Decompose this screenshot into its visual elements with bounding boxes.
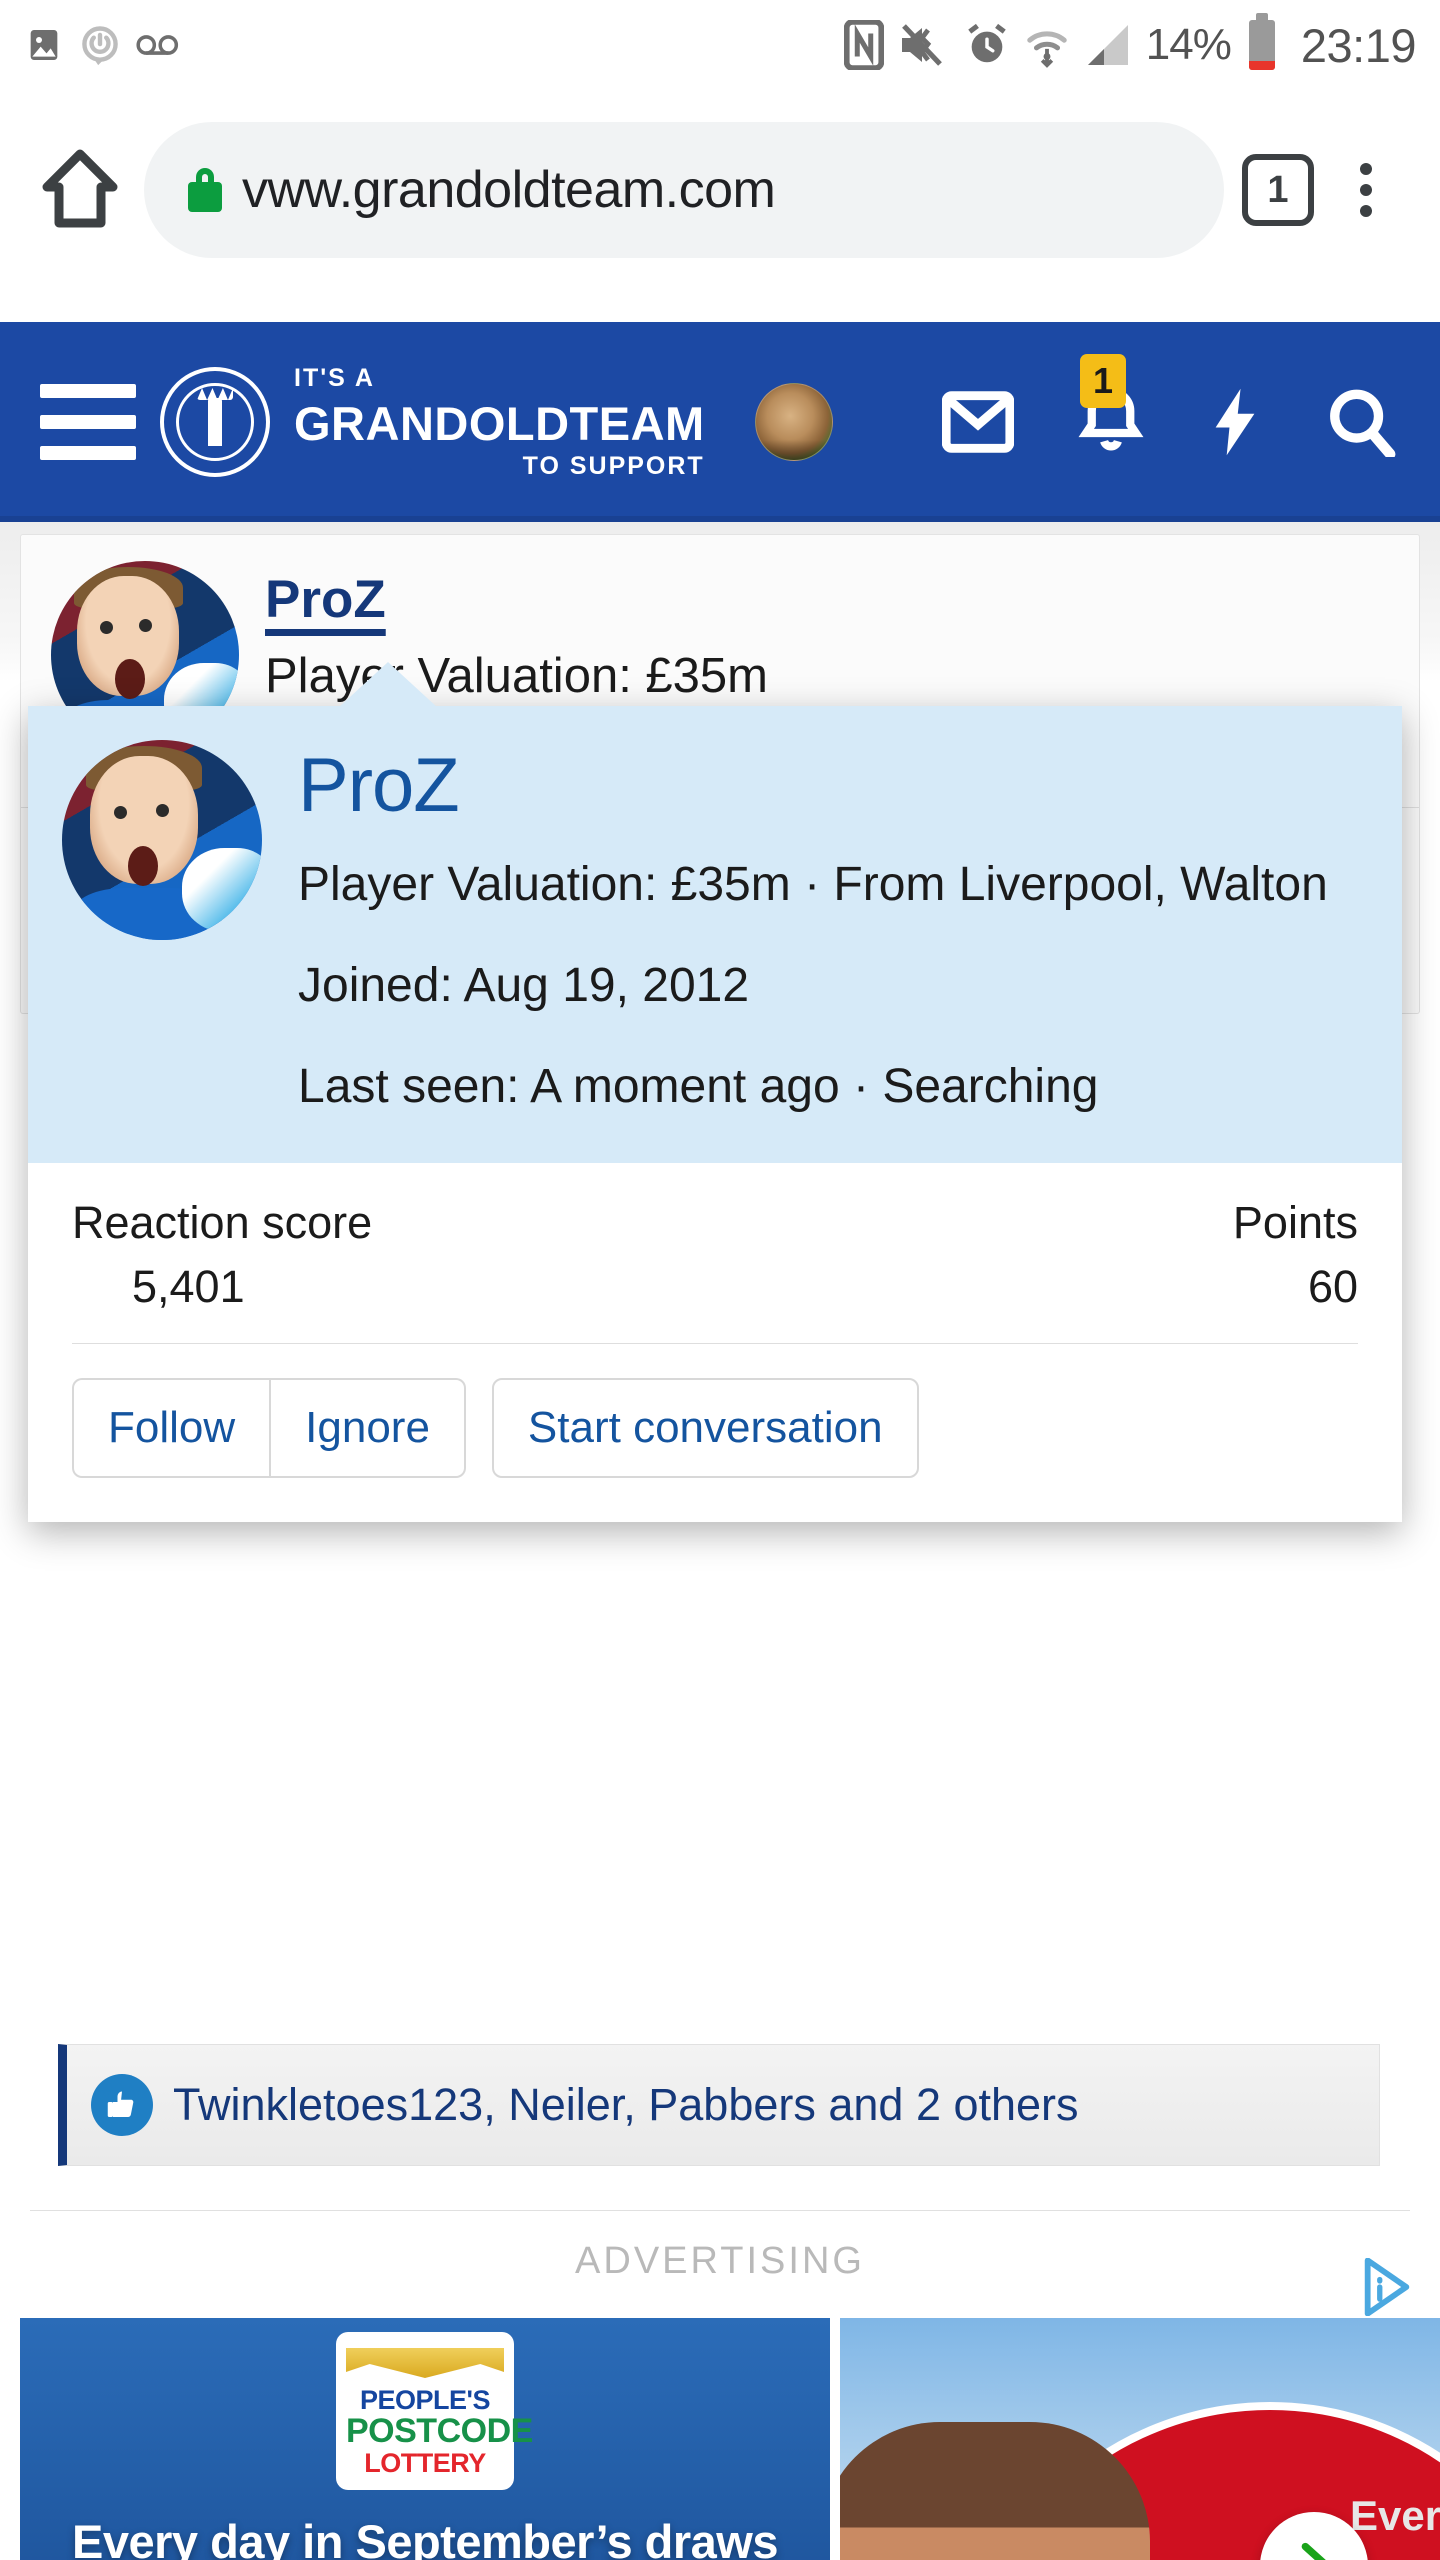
user-avatar[interactable]	[754, 383, 833, 461]
hamburger-icon[interactable]	[40, 384, 136, 460]
site-header: IT'S A GRANDOLDTEAM TO SUPPORT 1	[0, 322, 1440, 522]
stat-label: Points	[1232, 1196, 1358, 1248]
ppl-brand-line-3: LOTTERY	[364, 2448, 486, 2479]
wifi-icon	[1024, 22, 1070, 68]
profile-joined: Joined: Aug 19, 2012	[298, 958, 750, 1012]
alarm-icon	[964, 22, 1010, 68]
stats-labels-row: Reaction score 5,401 Points 60	[72, 1197, 1358, 1313]
ad-slide-postcode-lottery-2[interactable]: Every mont £3M shared by lucky postcode …	[840, 2318, 1440, 2560]
clock: 23:19	[1300, 18, 1417, 72]
profile-stats: Reaction score 5,401 Points 60	[28, 1163, 1402, 1344]
alerts-badge: 1	[1080, 354, 1126, 408]
mute-vibrate-icon	[898, 22, 950, 68]
brand-line-1: IT'S A	[294, 363, 375, 392]
power-saving-icon	[78, 23, 122, 67]
profile-valuation: Player Valuation: £35m · From Liverpool,…	[298, 853, 1368, 916]
profile-popup: ProZ Player Valuation: £35m · From Liver…	[28, 662, 1402, 1523]
tab-counter-button[interactable]: 1	[1242, 154, 1314, 226]
follow-button[interactable]: Follow	[72, 1377, 271, 1479]
address-bar[interactable]: vww.grandoldteam.com	[144, 122, 1224, 258]
profile-avatar[interactable]	[62, 740, 262, 940]
post-author-link[interactable]: ProZ	[265, 569, 1389, 630]
image-icon	[24, 25, 64, 65]
advertising-label: ADVERTISING	[575, 2240, 865, 2282]
ribbon-icon	[346, 2348, 504, 2378]
start-conversation-button[interactable]: Start conversation	[491, 1377, 919, 1479]
lock-icon	[188, 168, 222, 212]
ad-separator	[30, 2210, 1410, 2211]
brand-line-2: GRANDOLDTEAM	[294, 396, 705, 450]
stat-value: 60	[1307, 1260, 1358, 1312]
status-bar: 14% 23:19	[0, 0, 1440, 90]
brand-line-3: TO SUPPORT	[522, 451, 705, 480]
profile-actions: Follow Ignore Start conversation	[28, 1344, 1402, 1523]
inbox-icon[interactable]	[942, 391, 1014, 453]
profile-name[interactable]: ProZ	[298, 745, 1368, 827]
ad-slide-postcode-lottery[interactable]: PEOPLE'S POSTCODE LOTTERY Every day in S…	[20, 2318, 830, 2560]
status-bar-right-icons: 14% 23:19	[843, 13, 1417, 73]
profile-valuation-line-2: Walton	[1180, 857, 1328, 911]
popup-header: ProZ Player Valuation: £35m · From Liver…	[28, 706, 1402, 1163]
presenter-illustration	[840, 2422, 1150, 2560]
browser-toolbar: vww.grandoldteam.com 1	[0, 90, 1440, 290]
likes-bar[interactable]: Twinkletoes123, Neiler, Pabbers and 2 ot…	[58, 2044, 1380, 2166]
search-icon[interactable]	[1326, 387, 1396, 457]
stat-value: 5,401	[132, 1260, 245, 1312]
stat-reaction-score: Reaction score 5,401	[72, 1197, 715, 1313]
ignore-button[interactable]: Ignore	[270, 1377, 466, 1479]
kebab-menu-icon[interactable]	[1326, 163, 1406, 217]
ad2-headline: Every mont	[1350, 2492, 1440, 2539]
nfc-icon	[843, 20, 884, 70]
likes-text[interactable]: Twinkletoes123, Neiler, Pabbers and 2 ot…	[173, 2079, 1079, 2131]
thumbs-up-icon	[91, 2074, 153, 2136]
stat-points: Points 60	[715, 1197, 1358, 1313]
peoples-postcode-lottery-logo: PEOPLE'S POSTCODE LOTTERY	[336, 2332, 533, 2490]
battery-percent: 14%	[1145, 20, 1232, 69]
profile-info: ProZ Player Valuation: £35m · From Liver…	[298, 740, 1368, 1119]
url-text[interactable]: vww.grandoldteam.com	[242, 160, 776, 220]
header-icon-group: 1	[942, 354, 1400, 458]
profile-last-seen: Last seen: A moment ago · Searching	[298, 1060, 1099, 1114]
site-brand[interactable]: IT'S A GRANDOLDTEAM TO SUPPORT	[294, 363, 705, 480]
profile-valuation-line-1: Player Valuation: £35m · From Liverpool,	[298, 857, 1167, 911]
stat-label: Reaction score	[72, 1196, 373, 1248]
ppl-brand-line-1: PEOPLE'S	[360, 2385, 490, 2415]
phone-screen: 14% 23:19 vww.grandoldteam.com 1 IT'S A …	[0, 0, 1440, 2560]
follow-ignore-group: Follow Ignore	[72, 1377, 466, 1479]
battery-icon	[1248, 13, 1275, 70]
home-icon[interactable]	[34, 148, 126, 232]
lightning-icon[interactable]	[1208, 386, 1262, 458]
status-bar-left-icons	[24, 23, 180, 67]
ad-carousel[interactable]: PEOPLE'S POSTCODE LOTTERY Every day in S…	[20, 2318, 1440, 2560]
grandoldteam-crest-icon[interactable]	[160, 367, 270, 477]
alerts-bell-icon[interactable]: 1	[1078, 354, 1144, 458]
signal-icon	[1084, 23, 1132, 67]
ppl-brand-line-2: POSTCODE	[346, 2412, 533, 2451]
adchoices-icon[interactable]	[1360, 2257, 1414, 2317]
voicemail-icon	[136, 30, 180, 60]
popup-arrow	[338, 662, 438, 708]
